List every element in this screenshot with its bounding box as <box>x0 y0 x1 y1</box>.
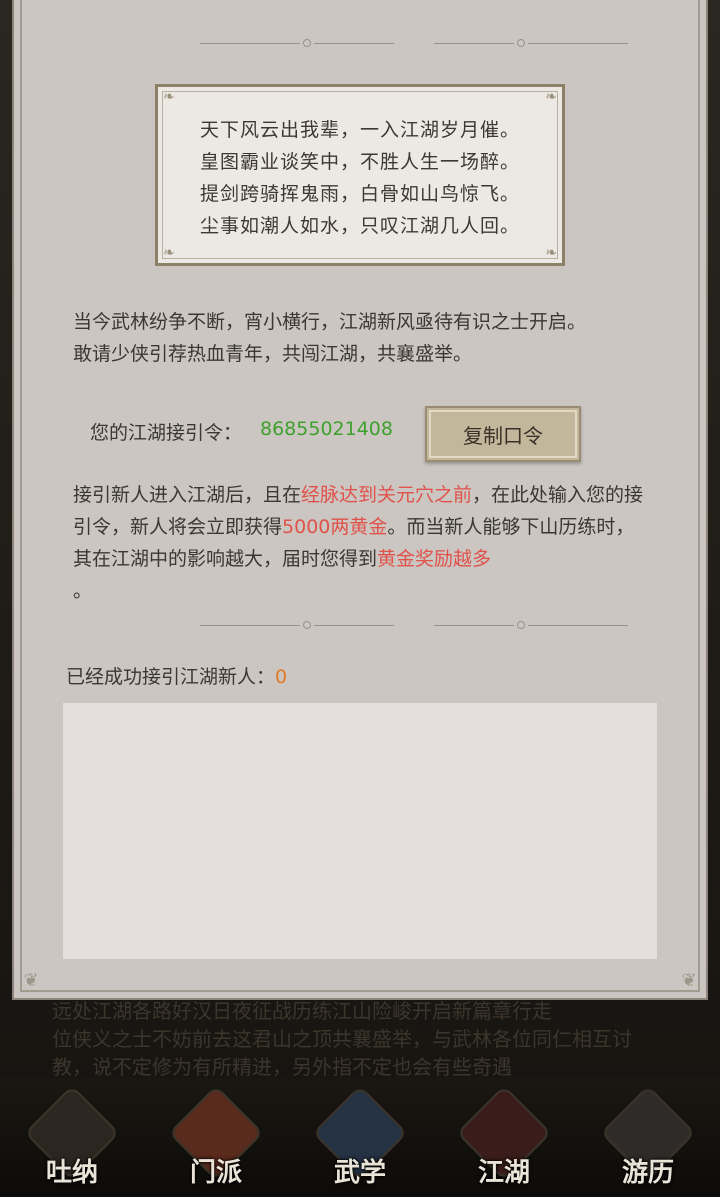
nav-item-wuxue[interactable]: 武学 <box>305 1082 415 1197</box>
poem-box: ❧ ❧ ❧ ❧ 天下风云出我辈，一入江湖岁月催。 皇图霸业谈笑中，不胜人生一场醉… <box>155 84 565 266</box>
rules-highlight: 经脉达到关元穴之前 <box>301 484 473 506</box>
poem-line: 皇图霸业谈笑中，不胜人生一场醉。 <box>199 151 520 173</box>
background-text-line: 远处江湖各路好汉日夜征战历练江山险峻开启新篇章行走 <box>52 999 552 1023</box>
rules-text: 接引新人进入江湖后，且在经脉达到关元穴之前，在此处输入您的接引令，新人将会立即获… <box>73 479 653 607</box>
nav-label: 吐纳 <box>45 1158 98 1188</box>
nav-item-tuna[interactable]: 吐纳 <box>17 1082 127 1197</box>
success-count-label: 已经成功接引江湖新人： <box>66 666 276 688</box>
rules-text-part: 。 <box>73 580 93 602</box>
corner-ornament-icon: ❧ <box>163 245 175 261</box>
invite-code-label: 您的江湖接引令： <box>90 422 243 444</box>
nav-item-menpai[interactable]: 门派 <box>161 1082 271 1197</box>
nav-label: 江湖 <box>477 1158 530 1188</box>
bottom-nav: 吐纳 门派 武学 江湖 游历 <box>0 1078 720 1197</box>
ornament-divider <box>200 620 628 630</box>
corner-ornament-icon: ❦ <box>23 970 39 991</box>
poem-line: 天下风云出我辈，一入江湖岁月催。 <box>199 119 520 141</box>
rules-highlight: 5000两黄金 <box>282 516 388 538</box>
corner-ornament-icon: ❧ <box>163 89 175 105</box>
ornament-divider <box>200 38 628 48</box>
success-count: 已经成功接引江湖新人：0 <box>66 662 287 689</box>
nav-label: 游历 <box>621 1158 674 1188</box>
rules-text-part: 接引新人进入江湖后，且在 <box>73 484 302 506</box>
nav-item-youli[interactable]: 游历 <box>593 1082 703 1197</box>
intro-text: 敢请少侠引荐热血青年，共闯江湖，共襄盛举。 <box>73 343 473 365</box>
success-count-value: 0 <box>275 666 288 688</box>
corner-ornament-icon: ❧ <box>545 245 557 261</box>
copy-code-button[interactable]: 复制口令 <box>425 406 581 462</box>
corner-ornament-icon: ❦ <box>681 970 697 991</box>
corner-ornament-icon: ❧ <box>545 89 557 105</box>
newcomer-list[interactable] <box>63 703 657 959</box>
poem-line: 尘事如潮人如水，只叹江湖几人回。 <box>199 215 520 237</box>
intro-text: 当今武林纷争不断，宵小横行，江湖新风亟待有识之士开启。 <box>73 311 587 333</box>
poem-line: 提剑跨骑挥鬼雨，白骨如山鸟惊飞。 <box>199 183 520 205</box>
invite-code-value: 86855021408 <box>260 418 393 440</box>
nav-label: 武学 <box>333 1158 386 1188</box>
background-text-line: 位侠义之士不妨前去这君山之顶共襄盛举，与武林各位同仁相互讨 <box>52 1027 632 1051</box>
nav-label: 门派 <box>189 1158 242 1188</box>
nav-item-jianghu[interactable]: 江湖 <box>449 1082 559 1197</box>
rules-highlight: 黄金奖励越多 <box>377 548 492 570</box>
